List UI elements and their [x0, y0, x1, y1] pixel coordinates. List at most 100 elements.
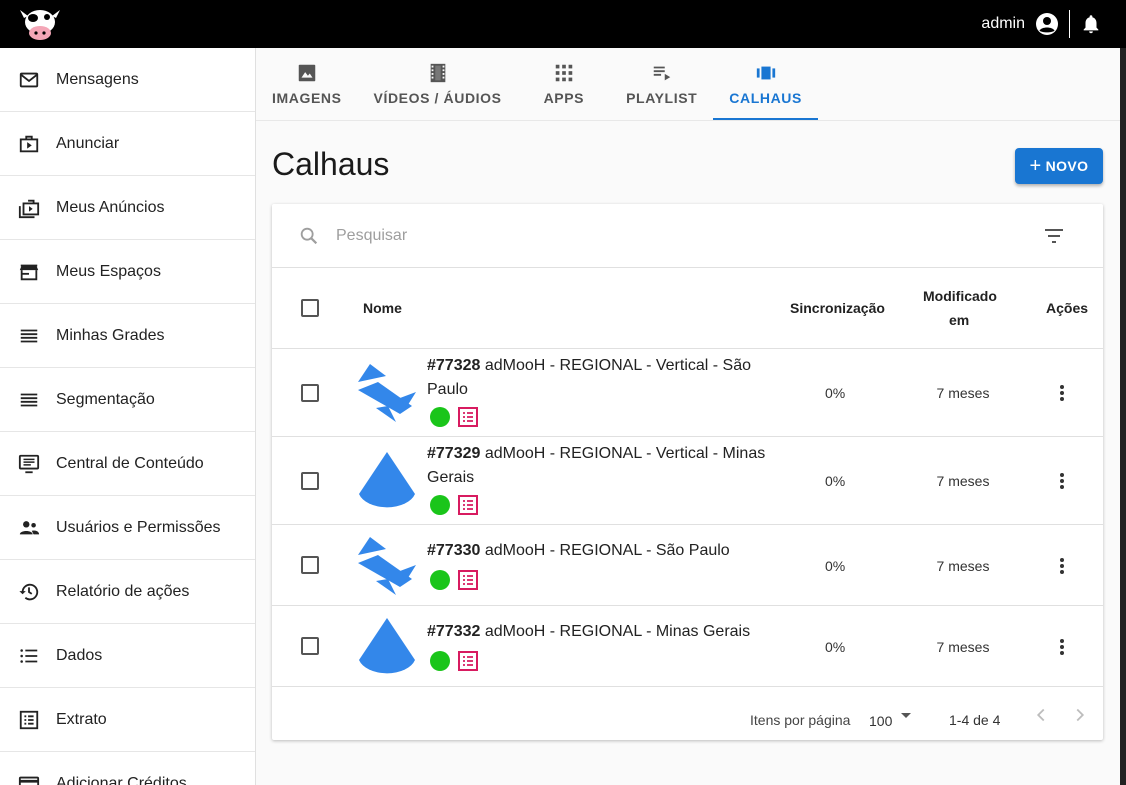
sidebar-item-relatorio[interactable]: Relatório de ações — [0, 560, 255, 624]
tab-imagens[interactable]: IMAGENS — [256, 48, 358, 120]
modified-at: 7 meses — [936, 639, 990, 655]
tab-videos-audios[interactable]: VÍDEOS / ÁUDIOS — [358, 48, 518, 120]
sidebar-item-adicionar-creditos[interactable]: Adicionar Créditos — [0, 752, 255, 785]
store-icon — [19, 264, 39, 280]
items-per-page-select[interactable]: 100 — [869, 713, 892, 729]
table-row[interactable]: #77329 adMooH - REGIONAL - Vertical - Mi… — [272, 437, 1103, 525]
ads-stack-icon — [18, 199, 40, 218]
sidebar-item-mensagens[interactable]: Mensagens — [0, 48, 255, 112]
row-title: #77330 adMooH - REGIONAL - São Paulo — [427, 539, 787, 563]
tab-apps[interactable]: APPS — [518, 48, 611, 120]
pagination-range: 1-4 de 4 — [949, 712, 1001, 728]
more-vert-icon[interactable] — [1052, 637, 1072, 657]
carousel-icon — [756, 66, 775, 80]
page-title: Calhaus — [272, 146, 390, 182]
schedule-grid-icon[interactable] — [458, 495, 478, 515]
shuffle-thumbnail-icon — [358, 364, 416, 422]
new-calhau-button[interactable]: + NOVO — [1015, 148, 1103, 184]
row-badges — [430, 570, 478, 590]
user-name[interactable]: admin — [981, 15, 1025, 33]
search-input[interactable] — [336, 222, 936, 250]
sidebar-item-extrato[interactable]: Extrato — [0, 688, 255, 752]
sidebar: Mensagens Anunciar Meus Anúncios Meus Es… — [0, 48, 256, 785]
sidebar-item-label: Meus Anúncios — [56, 198, 165, 216]
modified-at: 7 meses — [936, 473, 990, 489]
row-checkbox[interactable] — [301, 556, 319, 574]
row-badges — [430, 651, 478, 671]
sidebar-item-meus-espacos[interactable]: Meus Espaços — [0, 240, 255, 304]
row-name: adMooH - REGIONAL - Minas Gerais — [484, 623, 751, 640]
tab-playlist[interactable]: PLAYLIST — [610, 48, 713, 120]
table-pagination: Itens por página 100 1-4 de 4 — [272, 691, 1103, 739]
chevron-left-icon[interactable] — [1030, 704, 1052, 726]
page-scrollbar[interactable] — [1120, 48, 1126, 785]
cow-logo-icon[interactable] — [16, 6, 64, 42]
select-all-checkbox[interactable] — [301, 299, 319, 317]
playlist-icon — [653, 66, 670, 81]
apps-grid-icon — [555, 64, 573, 82]
table-row[interactable]: #77332 adMooH - REGIONAL - Minas Gerais … — [272, 606, 1103, 687]
sidebar-item-label: Segmentação — [56, 390, 155, 408]
monitor-list-icon — [18, 454, 40, 473]
column-header-name[interactable]: Nome — [363, 300, 402, 316]
drop-thumbnail-icon — [359, 452, 415, 508]
new-button-label: NOVO — [1045, 158, 1089, 174]
table-header: Nome Sincronização Modificado em Ações — [272, 268, 1103, 349]
schedule-grid-icon[interactable] — [458, 407, 478, 427]
content-tabs: IMAGENS VÍDEOS / ÁUDIOS APPS PLAYLIST CA… — [256, 48, 1120, 121]
image-icon — [298, 64, 316, 82]
more-vert-icon[interactable] — [1052, 556, 1072, 576]
row-title: #77329 adMooH - REGIONAL - Vertical - Mi… — [427, 442, 787, 490]
more-vert-icon[interactable] — [1052, 471, 1072, 491]
notifications-bell-icon[interactable] — [1080, 13, 1102, 35]
search-bar — [272, 204, 1103, 268]
shuffle-thumbnail-icon — [358, 537, 416, 595]
column-header-sync[interactable]: Sincronização — [790, 300, 885, 316]
dropdown-caret-icon[interactable] — [899, 708, 913, 722]
credit-card-icon — [18, 776, 40, 785]
sidebar-item-usuarios[interactable]: Usuários e Permissões — [0, 496, 255, 560]
row-checkbox[interactable] — [301, 384, 319, 402]
sidebar-item-central-de-conteudo[interactable]: Central de Conteúdo — [0, 432, 255, 496]
top-app-bar: admin — [0, 0, 1126, 48]
sidebar-item-segmentacao[interactable]: Segmentação — [0, 368, 255, 432]
filter-icon[interactable] — [1042, 224, 1066, 248]
row-checkbox[interactable] — [301, 472, 319, 490]
ad-briefcase-icon — [19, 135, 39, 152]
receipt-icon — [19, 710, 39, 729]
plus-icon: + — [1029, 155, 1042, 177]
more-vert-icon[interactable] — [1052, 383, 1072, 403]
schedule-grid-icon[interactable] — [458, 651, 478, 671]
table-row[interactable]: #77330 adMooH - REGIONAL - São Paulo 0% … — [272, 525, 1103, 606]
status-online-dot — [430, 651, 450, 671]
sidebar-item-label: Central de Conteúdo — [56, 454, 204, 472]
sidebar-item-label: Meus Espaços — [56, 262, 161, 280]
chevron-right-icon[interactable] — [1069, 704, 1091, 726]
sync-status: 0% — [825, 639, 846, 655]
sidebar-item-anunciar[interactable]: Anunciar — [0, 112, 255, 176]
items-per-page-label: Itens por página — [750, 712, 851, 728]
tab-calhaus[interactable]: CALHAUS — [713, 48, 818, 120]
search-icon — [300, 227, 318, 245]
row-id: #77328 — [427, 357, 481, 374]
sidebar-item-label: Minhas Grades — [56, 326, 165, 344]
sidebar-item-dados[interactable]: Dados — [0, 624, 255, 688]
row-id: #77329 — [427, 445, 481, 462]
column-header-modified-line1[interactable]: Modificado — [923, 288, 997, 304]
row-checkbox[interactable] — [301, 637, 319, 655]
sidebar-item-meus-anuncios[interactable]: Meus Anúncios — [0, 176, 255, 240]
schedule-grid-icon[interactable] — [458, 570, 478, 590]
mail-icon — [19, 72, 39, 87]
sidebar-item-label: Extrato — [56, 710, 107, 728]
sidebar-item-label: Relatório de ações — [56, 582, 190, 600]
sidebar-item-minhas-grades[interactable]: Minhas Grades — [0, 304, 255, 368]
status-online-dot — [430, 495, 450, 515]
sidebar-item-label: Usuários e Permissões — [56, 518, 221, 536]
user-area: admin — [981, 0, 1102, 48]
table-row[interactable]: #77328 adMooH - REGIONAL - Vertical - Sã… — [272, 349, 1103, 437]
row-id: #77330 — [427, 542, 481, 559]
row-badges — [430, 407, 478, 427]
account-circle-icon[interactable] — [1035, 12, 1059, 36]
tab-label: IMAGENS — [272, 90, 342, 106]
row-id: #77332 — [427, 623, 481, 640]
